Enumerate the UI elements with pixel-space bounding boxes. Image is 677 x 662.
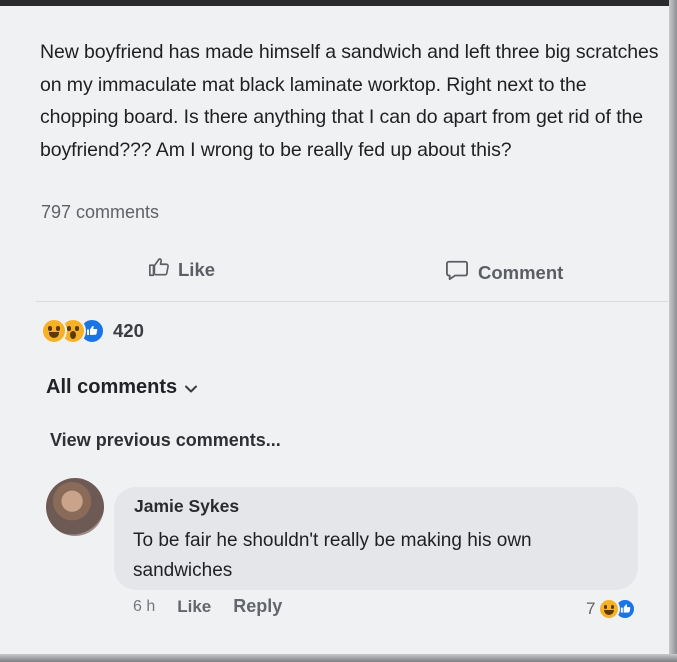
comment-text: To be fair he shouldn't really be making… bbox=[133, 530, 532, 581]
comment-button[interactable]: Comment bbox=[445, 259, 563, 286]
comments-count[interactable]: 797 comments bbox=[41, 202, 159, 223]
view-previous-comments-link[interactable]: View previous comments... bbox=[50, 430, 281, 451]
haha-reaction-icon bbox=[41, 318, 67, 344]
comment-meta: 6 h Like Reply bbox=[133, 596, 282, 617]
reaction-count: 420 bbox=[113, 320, 144, 341]
post-text: New boyfriend has made himself a sandwic… bbox=[40, 41, 659, 161]
comment-reactions[interactable]: 7 bbox=[586, 598, 637, 620]
comment-time[interactable]: 6 h bbox=[133, 598, 155, 616]
comment-reply-button[interactable]: Reply bbox=[233, 596, 282, 617]
comment-icon bbox=[445, 259, 469, 286]
like-label: Like bbox=[178, 258, 216, 280]
comment-bubble: Jamie Sykes To be fair he shouldn't real… bbox=[114, 487, 638, 590]
photo-bottom-edge bbox=[0, 654, 677, 662]
thumbs-up-icon bbox=[148, 256, 170, 283]
all-comments-filter[interactable]: All comments bbox=[46, 376, 198, 399]
like-button[interactable]: Like bbox=[148, 256, 215, 283]
photo-top-edge bbox=[0, 0, 677, 6]
all-comments-label: All comments bbox=[46, 376, 178, 398]
avatar[interactable] bbox=[46, 478, 104, 536]
facebook-post-screen: New boyfriend has made himself a sandwic… bbox=[0, 0, 677, 662]
comment-label: Comment bbox=[478, 261, 564, 283]
comment-like-button[interactable]: Like bbox=[177, 597, 211, 617]
chevron-down-icon bbox=[185, 376, 198, 399]
divider bbox=[36, 301, 668, 302]
photo-right-edge bbox=[669, 0, 677, 662]
reactions-summary[interactable]: 420 bbox=[41, 318, 144, 344]
comment-author[interactable]: Jamie Sykes bbox=[134, 496, 239, 517]
comment-reaction-count: 7 bbox=[586, 599, 596, 618]
